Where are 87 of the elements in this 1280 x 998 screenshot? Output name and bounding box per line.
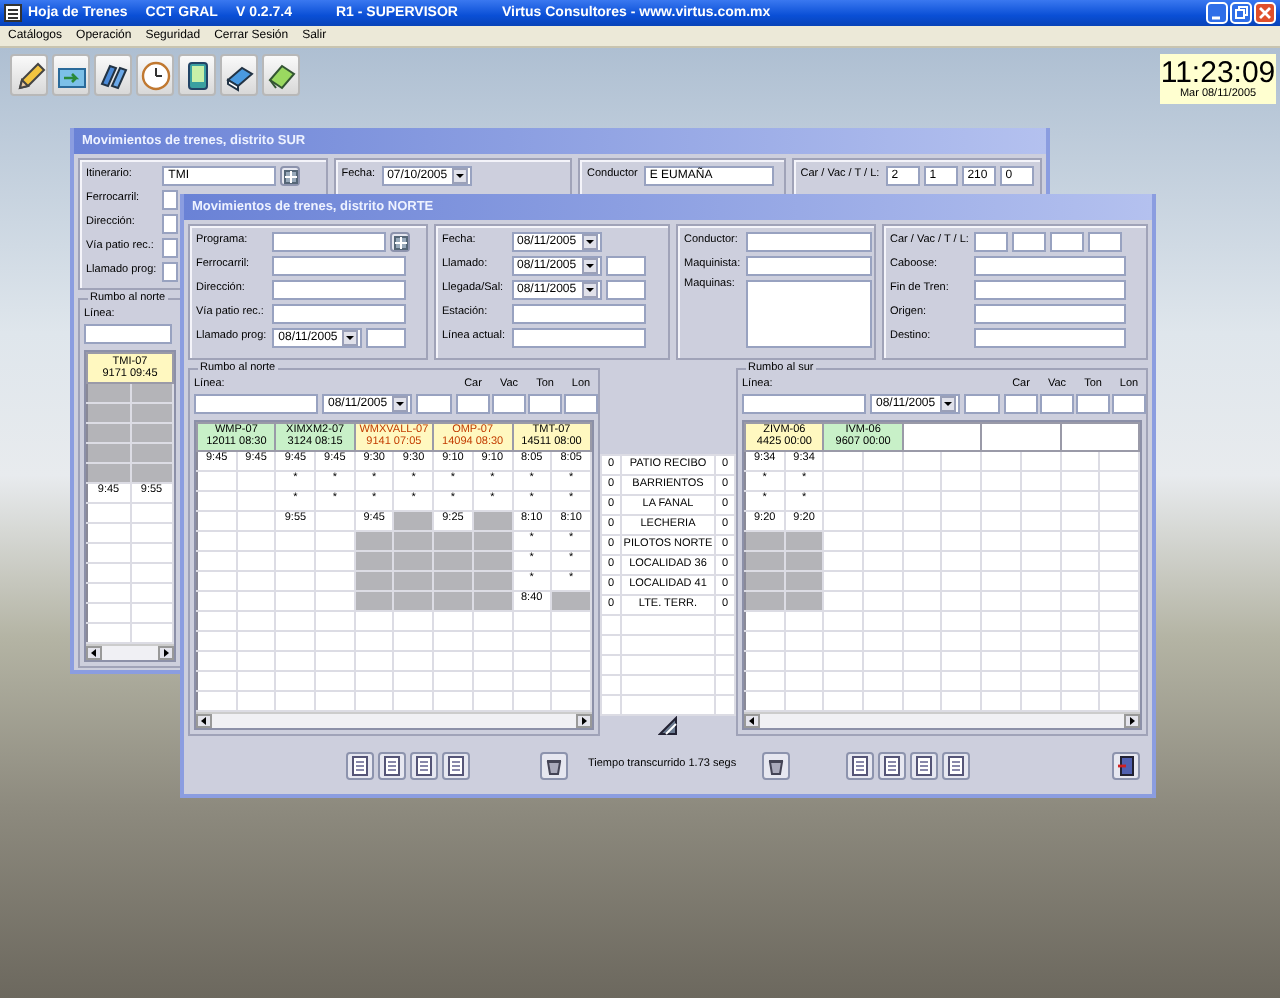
scroll-left-button[interactable]: [86, 645, 102, 659]
scroll-right-button[interactable]: [1124, 713, 1140, 727]
input-field[interactable]: [511, 328, 645, 348]
clock-time: 11:23:09: [1160, 57, 1276, 88]
trash-icon: [766, 755, 787, 775]
document-icon: [350, 755, 370, 775]
app-icon: [4, 4, 22, 22]
caret-icon: [581, 258, 597, 274]
input-field[interactable]: [746, 232, 873, 252]
input-field[interactable]: [974, 280, 1127, 300]
input-field[interactable]: [1004, 393, 1038, 413]
minimize-button[interactable]: [1206, 2, 1228, 24]
toolbar-button[interactable]: [378, 751, 406, 779]
toolbar-button[interactable]: [262, 54, 300, 96]
input-field[interactable]: [964, 393, 1000, 413]
caret-icon: [940, 395, 956, 411]
input-field[interactable]: [456, 393, 490, 413]
table-icon: [283, 169, 298, 183]
eraser-icon: [265, 59, 297, 91]
document-icon: [882, 755, 903, 775]
scroll-right-button[interactable]: [576, 713, 592, 727]
toolbar-button[interactable]: [178, 54, 216, 96]
table-icon: [393, 235, 408, 249]
input-field[interactable]: [974, 328, 1127, 348]
caret-icon: [451, 168, 468, 184]
caret-icon: [581, 282, 597, 298]
input-field[interactable]: [605, 280, 645, 300]
toolbar-button[interactable]: [442, 751, 470, 779]
input-field[interactable]: [416, 393, 452, 413]
document-icon: [946, 755, 967, 775]
input-field[interactable]: [272, 256, 407, 276]
input-field[interactable]: [194, 393, 318, 413]
input-field[interactable]: [974, 304, 1127, 324]
toolbar-button[interactable]: [346, 751, 374, 779]
input-field[interactable]: [1112, 393, 1146, 413]
close-button[interactable]: [1254, 2, 1276, 24]
input-field[interactable]: [272, 232, 387, 252]
toolbar-button[interactable]: [1112, 751, 1140, 779]
toolbar-button[interactable]: [94, 54, 132, 96]
input-field[interactable]: [974, 256, 1127, 276]
input-field[interactable]: [746, 280, 873, 348]
restore-button[interactable]: [1230, 2, 1252, 24]
pencil-icon: [13, 59, 45, 91]
toolbar-button[interactable]: [220, 54, 258, 96]
input-field[interactable]: [1040, 393, 1074, 413]
input-field[interactable]: [492, 393, 526, 413]
input-field[interactable]: [605, 256, 645, 276]
input-field[interactable]: [974, 232, 1009, 252]
trash-icon: [544, 755, 564, 775]
lookup-button[interactable]: [390, 232, 411, 252]
scroll-left-button[interactable]: [196, 713, 212, 727]
input-field[interactable]: [1076, 393, 1110, 413]
toolbar-button[interactable]: [762, 751, 791, 779]
input-field[interactable]: [564, 393, 598, 413]
input-field[interactable]: [272, 280, 407, 300]
books-icon: [97, 59, 129, 91]
document-icon: [382, 755, 402, 775]
toolbar-button[interactable]: [52, 54, 90, 96]
door-icon: [1116, 755, 1136, 775]
toolbar-button[interactable]: [942, 751, 971, 779]
caret-icon: [581, 234, 597, 250]
caret-icon: [342, 330, 359, 346]
lookup-button[interactable]: [280, 166, 301, 186]
toolbar-button[interactable]: [10, 54, 48, 96]
caret-icon: [392, 395, 408, 411]
document-icon: [414, 755, 434, 775]
input-field[interactable]: [511, 304, 645, 324]
scroll-right-button[interactable]: [158, 645, 174, 659]
clock-icon: [139, 59, 171, 91]
toolbar-button[interactable]: [878, 751, 907, 779]
input-field[interactable]: [366, 328, 407, 348]
toolbar-button[interactable]: [540, 751, 568, 779]
document-icon: [850, 755, 871, 775]
document-icon: [914, 755, 935, 775]
document-icon: [446, 755, 466, 775]
toolbar-button[interactable]: [410, 751, 438, 779]
input-field[interactable]: [1050, 232, 1085, 252]
input-field[interactable]: [742, 393, 866, 413]
input-field[interactable]: [746, 256, 873, 276]
input-field[interactable]: [272, 304, 407, 324]
input-field[interactable]: [528, 393, 562, 413]
toolbar-button[interactable]: [846, 751, 875, 779]
input-field[interactable]: [84, 323, 172, 343]
input-field[interactable]: [1012, 232, 1047, 252]
toolbar-button[interactable]: [910, 751, 939, 779]
input-field[interactable]: [1088, 232, 1123, 252]
scroll-left-button[interactable]: [744, 713, 760, 727]
